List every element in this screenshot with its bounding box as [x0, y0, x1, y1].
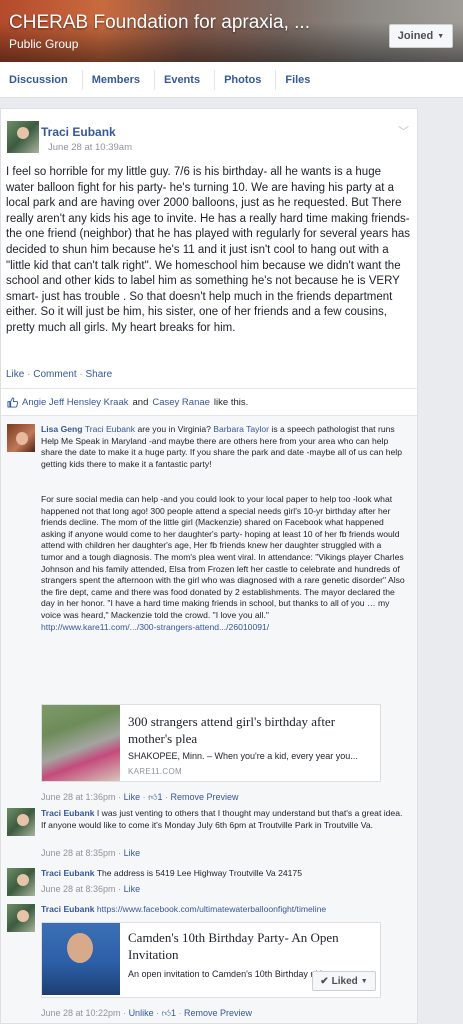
- group-cover: CHERAB Foundation for apraxia, ... Publi…: [0, 0, 463, 62]
- chevron-down-icon[interactable]: ﹀: [398, 123, 409, 139]
- comment-time[interactable]: June 28 at 1:36pm: [41, 792, 116, 802]
- post-time[interactable]: June 28 at 10:39am: [48, 142, 132, 153]
- liked-button[interactable]: ✔ Liked ▼: [312, 971, 376, 991]
- preview-title: Camden's 10th Birthday Party- An Open In…: [128, 930, 339, 962]
- comment-meta: June 28 at 10:22pm · Unlike · 👍︎1 · Remo…: [41, 1008, 253, 1018]
- comment-time[interactable]: June 28 at 10:22pm: [41, 1008, 121, 1018]
- tab-events[interactable]: Events: [155, 69, 216, 90]
- tab-files[interactable]: Files: [276, 70, 324, 90]
- likes-summary: Angie Jeff Hensley Kraak and Casey Ranae…: [7, 397, 248, 408]
- mention-link[interactable]: Barbara Taylor: [213, 424, 269, 434]
- avatar[interactable]: [7, 121, 39, 153]
- share-link[interactable]: Share: [86, 369, 113, 380]
- mention-link[interactable]: Traci Eubank: [85, 424, 135, 434]
- comment-meta: June 28 at 8:36pm · Like: [41, 884, 141, 894]
- comment-text-continued: For sure social media can help -and you …: [41, 494, 405, 632]
- avatar[interactable]: [7, 424, 35, 452]
- post-text: I feel so horrible for my little guy. 7/…: [6, 166, 411, 334]
- comment-link[interactable]: Comment: [33, 369, 76, 380]
- preview-description: SHAKOPEE, Minn. – When you're a kid, eve…: [128, 751, 358, 761]
- caret-down-icon: ▼: [360, 977, 368, 985]
- comment-time[interactable]: June 28 at 8:36pm: [41, 884, 116, 894]
- event-link[interactable]: https://www.facebook.com/ultimatewaterba…: [97, 904, 326, 914]
- joined-label: Joined: [397, 30, 434, 42]
- thumbs-up-icon: [7, 397, 18, 408]
- like-count[interactable]: 1: [157, 792, 162, 802]
- comment-author[interactable]: Traci Eubank: [41, 904, 95, 914]
- article-link[interactable]: http://www.kare11.com/.../300-strangers-…: [41, 622, 269, 632]
- comment-text: Traci Eubank I was just venting to other…: [41, 808, 403, 830]
- avatar[interactable]: [7, 868, 35, 896]
- like-count[interactable]: 1: [171, 1008, 176, 1018]
- like-link[interactable]: Like: [124, 848, 141, 858]
- tab-discussion[interactable]: Discussion: [0, 69, 83, 90]
- avatar[interactable]: [7, 904, 35, 932]
- comment-text: Traci Eubank The address is 5419 Lee Hig…: [41, 868, 302, 878]
- link-preview[interactable]: Camden's 10th Birthday Party- An Open In…: [41, 922, 381, 998]
- liker-names[interactable]: Angie Jeff Hensley Kraak: [22, 397, 129, 408]
- like-link[interactable]: Like: [6, 369, 24, 380]
- preview-title: 300 strangers attend girl's birthday aft…: [128, 714, 336, 746]
- post-actions: Like · Comment · Share: [6, 369, 113, 380]
- post-author[interactable]: Traci Eubank: [41, 125, 116, 139]
- unlike-link[interactable]: Unlike: [129, 1008, 154, 1018]
- tab-members[interactable]: Members: [83, 69, 155, 90]
- liker-name-2[interactable]: Casey Ranae: [152, 397, 210, 408]
- like-link[interactable]: Like: [124, 792, 141, 802]
- comment-meta: June 28 at 1:36pm · Like · 👍︎1 · Remove …: [41, 792, 239, 802]
- preview-domain: KARE11.COM: [128, 767, 182, 776]
- comment-text: Traci Eubank https://www.facebook.com/ul…: [41, 904, 409, 916]
- remove-preview-link[interactable]: Remove Preview: [171, 792, 239, 802]
- thumbs-up-icon: 👍︎: [161, 1008, 171, 1018]
- preview-image: [42, 705, 120, 781]
- comment-meta: June 28 at 8:35pm · Like: [41, 848, 141, 858]
- comment-author[interactable]: Traci Eubank: [41, 808, 95, 818]
- comment-author[interactable]: Traci Eubank: [41, 868, 95, 878]
- group-tabs: Discussion Members Events Photos Files: [0, 62, 463, 98]
- check-icon: ✔: [320, 975, 329, 987]
- link-preview[interactable]: 300 strangers attend girl's birthday aft…: [41, 704, 381, 782]
- group-privacy: Public Group: [9, 37, 79, 51]
- tab-photos[interactable]: Photos: [215, 69, 277, 90]
- comment-author[interactable]: Lisa Geng: [41, 424, 83, 434]
- post-header: [7, 121, 39, 158]
- post-card: Traci Eubank June 28 at 10:39am ﹀ I feel…: [0, 108, 419, 1024]
- group-title[interactable]: CHERAB Foundation for apraxia, ...: [9, 12, 310, 34]
- remove-preview-link[interactable]: Remove Preview: [184, 1008, 252, 1018]
- joined-button[interactable]: Joined ▼: [389, 24, 453, 48]
- divider: [1, 388, 419, 389]
- comment-text: Lisa Geng Traci Eubank are you in Virgin…: [41, 424, 402, 469]
- like-link[interactable]: Like: [124, 884, 141, 894]
- comments-section: Lisa Geng Traci Eubank are you in Virgin…: [1, 415, 417, 1023]
- avatar[interactable]: [7, 808, 35, 836]
- preview-image: [42, 923, 120, 995]
- caret-down-icon: ▼: [437, 32, 445, 40]
- comment-time[interactable]: June 28 at 8:35pm: [41, 848, 116, 858]
